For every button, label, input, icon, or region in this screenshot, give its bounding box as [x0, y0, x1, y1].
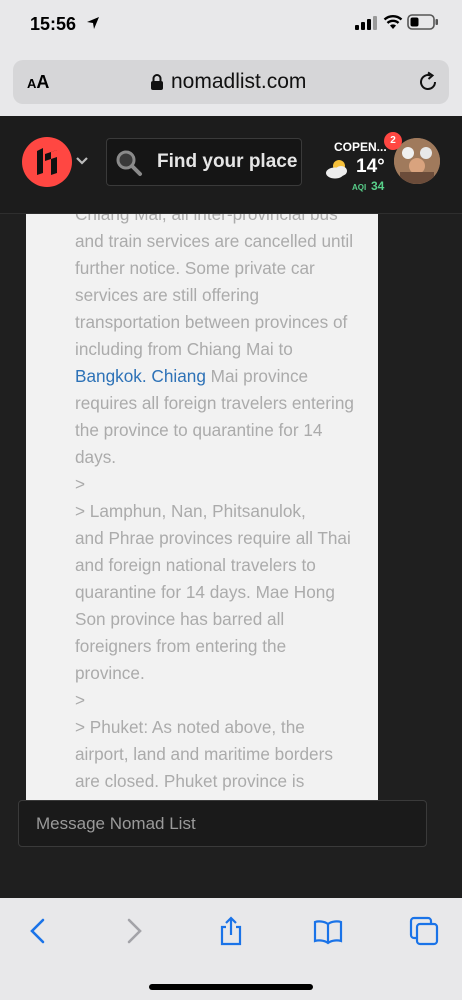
- text-line: airport, land and maritime borders: [75, 744, 333, 764]
- browser-address-area: AA nomadlist.com: [0, 50, 462, 116]
- status-bar: 15:56: [0, 0, 462, 50]
- url-text[interactable]: nomadlist.com: [171, 70, 306, 94]
- status-time: 15:56: [30, 14, 77, 34]
- text-line: are closed. Phuket province is: [75, 771, 305, 791]
- text-line: > Lamphun, Nan, Phitsanulok,: [75, 501, 306, 521]
- text-line: and foreign national travelers to: [75, 555, 316, 575]
- text-line: and Phrae provinces require all Thai: [75, 528, 351, 548]
- text-line: >: [75, 474, 86, 494]
- wifi-icon: [383, 15, 403, 29]
- text-line: quarantine for 14 days. Mae Hong: [75, 582, 335, 602]
- text-line: requires all foreign travelers entering: [75, 393, 354, 413]
- notification-badge: 2: [384, 132, 402, 150]
- text-line: services are still offering: [75, 285, 260, 305]
- lock-icon: [151, 74, 163, 90]
- search-icon: [116, 150, 142, 176]
- text-line: > Phuket: As noted above, the: [75, 717, 305, 737]
- logo-n-icon: [37, 148, 57, 175]
- text-line: including from Chiang Mai to: [75, 339, 293, 359]
- text-line: transportation between provinces of: [75, 312, 348, 332]
- text-line: and train services are cancelled until: [75, 231, 354, 251]
- current-city[interactable]: COPEN...: [334, 140, 387, 154]
- message-text: Chiang Mai, all inter-provincial bus and…: [75, 214, 378, 795]
- text-line: the province to quarantine for 14: [75, 420, 323, 440]
- text-line: days.: [75, 447, 117, 467]
- tabs-icon[interactable]: [409, 916, 439, 946]
- search-placeholder: Find your place: [157, 151, 298, 172]
- partly-cloudy-icon: [326, 160, 347, 179]
- temperature: 14°: [356, 156, 385, 177]
- bangkok-link[interactable]: Bangkok. Chiang: [75, 366, 206, 386]
- message-placeholder: Message Nomad List: [36, 814, 196, 833]
- text-line: further notice. Some private car: [75, 258, 315, 278]
- nomad-list-logo[interactable]: [22, 137, 72, 187]
- share-icon[interactable]: [216, 916, 246, 946]
- location-arrow-icon: [87, 17, 99, 29]
- bookmarks-icon[interactable]: [313, 916, 343, 946]
- back-icon[interactable]: [24, 916, 54, 946]
- text-line: foreigners from entering the: [75, 636, 287, 656]
- reload-icon[interactable]: [417, 71, 439, 93]
- text-line: >: [75, 690, 86, 710]
- battery-icon: [407, 14, 438, 30]
- aqi-value: 34: [371, 179, 385, 193]
- aqi-label: AQI: [352, 183, 367, 192]
- chevron-down-icon[interactable]: [76, 156, 88, 166]
- text-line: Son province has barred all: [75, 609, 285, 629]
- forward-icon[interactable]: [118, 916, 148, 946]
- address-bar[interactable]: AA nomadlist.com: [13, 60, 449, 104]
- text-size-button[interactable]: AA: [27, 72, 49, 93]
- text-line-with-link: Bangkok. Chiang Mai province: [75, 363, 378, 390]
- cellular-signal-icon: [355, 16, 377, 30]
- message-card: Chiang Mai, all inter-provincial bus and…: [26, 214, 378, 800]
- link-trailing-text: Mai province: [205, 366, 309, 386]
- text-line: province.: [75, 663, 145, 683]
- home-indicator[interactable]: [149, 984, 313, 990]
- search-input[interactable]: Find your place: [106, 138, 302, 186]
- site-header: Find your place COPEN... 14° AQI 34 2: [0, 116, 462, 214]
- text-line: Chiang Mai, all inter-provincial bus: [75, 214, 338, 224]
- message-input[interactable]: Message Nomad List: [18, 800, 427, 847]
